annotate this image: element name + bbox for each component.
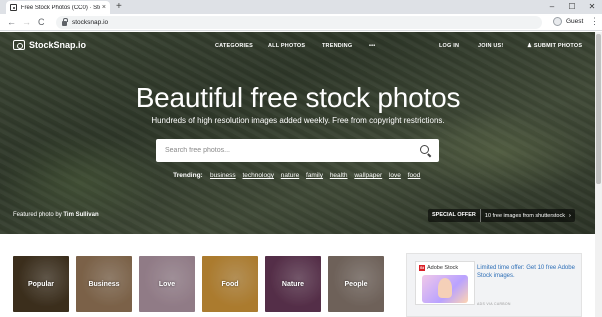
category-label: Popular [27, 280, 55, 288]
browser-tab-bar: Free Stock Photos (CC0) · StockSnap.io ×… [0, 0, 602, 14]
camera-favicon-icon [10, 4, 17, 11]
photo-credit: Featured photo by Tim Sullivan [13, 212, 99, 218]
trending-tag[interactable]: technology [243, 172, 274, 179]
omnibox[interactable]: stocksnap.io [56, 16, 542, 29]
category-tile-love[interactable]: Love [139, 256, 195, 312]
trending-tag[interactable]: love [389, 172, 401, 179]
trending-tag[interactable]: health [330, 172, 348, 179]
nav-categories[interactable]: CATEGORIES [215, 43, 253, 49]
back-button[interactable]: ← [7, 16, 16, 28]
category-label: People [344, 280, 368, 288]
offer-text: 10 free images from shutterstock [484, 212, 565, 219]
ad-text-link[interactable]: Limited time offer: Get 10 free Adobe St… [477, 264, 577, 280]
search-icon[interactable] [420, 145, 429, 154]
trending-tag[interactable]: business [210, 172, 236, 179]
page-subheadline: Hundreds of high resolution images added… [151, 116, 445, 125]
adobe-stock-icon: St [419, 265, 425, 271]
nav-submit-photos[interactable]: ♟ SUBMIT PHOTOS [527, 43, 582, 49]
trending-tag[interactable]: family [306, 172, 323, 179]
trending-label: Trending: [173, 172, 203, 179]
ad-brand: Adobe Stock [427, 265, 459, 271]
minimize-button[interactable]: – [542, 0, 562, 14]
page-scrollbar[interactable] [595, 32, 602, 317]
profile-button[interactable]: Guest [553, 17, 583, 26]
category-tile-people[interactable]: People [328, 256, 384, 312]
search-box [156, 139, 439, 162]
category-tile-nature[interactable]: Nature [265, 256, 321, 312]
trending-tag[interactable]: wallpaper [354, 172, 382, 179]
category-label: Food [221, 280, 239, 288]
category-label: Nature [281, 280, 305, 288]
forward-button[interactable]: → [22, 16, 31, 28]
tab-title: Free Stock Photos (CC0) · StockSnap.io [20, 4, 100, 11]
chevron-right-icon: › [569, 212, 571, 219]
address-bar: ← → C stocksnap.io Guest ⋮ [0, 14, 602, 31]
nav-join[interactable]: JOIN US! [478, 43, 503, 49]
browser-menu-icon[interactable]: ⋮ [590, 16, 599, 27]
carbon-ad[interactable]: St Adobe Stock Limited time offer: Get 1… [406, 253, 582, 317]
maximize-button[interactable]: ☐ [562, 0, 582, 14]
browser-tab[interactable]: Free Stock Photos (CC0) · StockSnap.io × [6, 1, 110, 14]
search-input[interactable] [165, 147, 405, 154]
adobe-stock-logo: St Adobe Stock [419, 265, 458, 271]
submit-label: SUBMIT PHOTOS [533, 43, 583, 49]
category-tile-food[interactable]: Food [202, 256, 258, 312]
ad-footer-link[interactable]: ADS VIA CARBON [477, 302, 511, 306]
hero-banner: StockSnap.io CATEGORIES ALL PHOTOS TREND… [0, 32, 602, 234]
category-grid: Popular Business Love Food Nature People [13, 256, 385, 312]
page-headline: Beautiful free stock photos [135, 82, 461, 113]
tab-close-icon[interactable]: × [102, 4, 106, 11]
category-tile-business[interactable]: Business [76, 256, 132, 312]
new-tab-button[interactable]: + [116, 1, 122, 13]
nav-all-photos[interactable]: ALL PHOTOS [268, 43, 305, 49]
trending-tag[interactable]: nature [281, 172, 299, 179]
special-offer-button[interactable]: SPECIAL OFFER 10 free images from shutte… [428, 209, 575, 222]
nav-login[interactable]: LOG IN [439, 43, 459, 49]
user-icon: ♟ [527, 43, 534, 49]
close-window-button[interactable]: ✕ [582, 0, 602, 14]
trending-tags: Trending: business technology nature fam… [0, 172, 596, 179]
offer-badge: SPECIAL OFFER [428, 209, 481, 222]
credit-author-link[interactable]: Tim Sullivan [63, 212, 98, 218]
avatar-icon [553, 17, 562, 26]
url-text: stocksnap.io [72, 19, 109, 26]
main-nav: CATEGORIES ALL PHOTOS TRENDING ••• LOG I… [0, 32, 602, 62]
category-label: Love [158, 280, 176, 288]
lock-icon [62, 18, 68, 26]
category-tile-popular[interactable]: Popular [13, 256, 69, 312]
nav-trending[interactable]: TRENDING [322, 43, 352, 49]
category-label: Business [88, 280, 120, 288]
nav-more-button[interactable]: ••• [369, 43, 375, 49]
profile-label: Guest [566, 18, 584, 25]
ad-image[interactable]: St Adobe Stock [415, 261, 475, 305]
trending-tag[interactable]: food [408, 172, 421, 179]
reload-button[interactable]: C [38, 16, 45, 28]
credit-prefix: Featured photo by [13, 212, 62, 218]
ad-illustration [422, 275, 468, 303]
